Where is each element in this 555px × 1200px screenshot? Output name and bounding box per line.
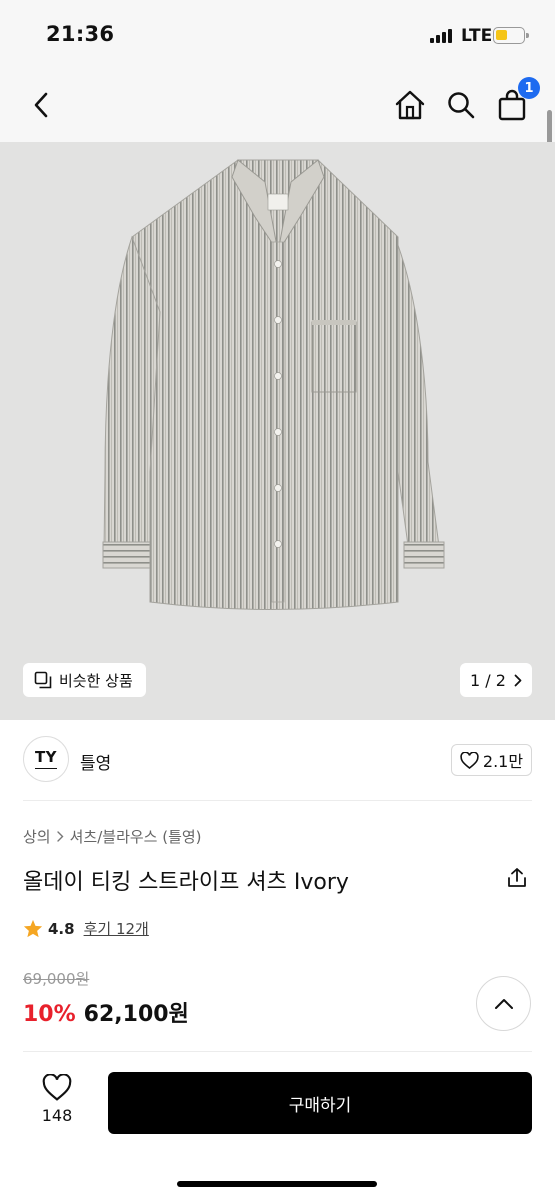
breadcrumb-category[interactable]: 상의 <box>23 826 51 847</box>
chevron-right-icon <box>56 831 64 842</box>
cart-button[interactable]: 1 <box>496 77 540 123</box>
rating-row: 4.8 후기 12개 <box>23 918 149 939</box>
scroll-to-top-button[interactable] <box>476 976 531 1031</box>
share-button[interactable] <box>505 866 529 890</box>
status-time: 21:36 <box>46 22 115 46</box>
price-row: 10% 62,100원 <box>23 996 189 1028</box>
home-indicator <box>177 1181 377 1187</box>
cart-count-badge: 1 <box>518 77 540 99</box>
product-title: 올데이 티킹 스트라이프 셔츠 Ivory <box>23 870 349 895</box>
back-button[interactable] <box>26 88 56 122</box>
breadcrumb-subcategory[interactable]: 셔츠/블라우스 (틀영) <box>70 826 202 847</box>
divider <box>23 1051 532 1052</box>
favorite-button[interactable]: 148 <box>28 1074 86 1132</box>
similar-products-button[interactable]: 비슷한 상품 <box>23 663 146 697</box>
brand-logo[interactable]: TY <box>23 736 69 782</box>
product-photo <box>102 159 445 610</box>
signal-icon <box>430 29 454 43</box>
status-bar: 21:36 LTE <box>0 0 555 70</box>
back-arrow-icon <box>34 92 48 118</box>
home-icon <box>395 90 425 120</box>
share-icon <box>508 868 526 887</box>
brand-logo-text: TY <box>34 748 58 766</box>
divider <box>23 800 532 801</box>
brand-like-button[interactable]: 2.1만 <box>451 744 532 776</box>
heart-icon <box>460 751 479 769</box>
review-count-link[interactable]: 후기 12개 <box>84 918 149 939</box>
star-icon <box>23 919 43 938</box>
original-price: 69,000원 <box>23 970 90 988</box>
chevron-right-icon <box>514 674 522 686</box>
nav-bar: 1 <box>0 70 555 142</box>
similar-products-icon <box>34 671 52 689</box>
search-button[interactable] <box>444 87 478 123</box>
rating-score: 4.8 <box>48 919 75 938</box>
heart-icon <box>42 1074 72 1101</box>
brand-name[interactable]: 틀영 <box>80 749 111 774</box>
discount-rate: 10% <box>23 1002 76 1027</box>
product-image-carousel[interactable]: 비슷한 상품 1 / 2 <box>0 142 555 720</box>
search-icon <box>448 92 475 119</box>
sale-price: 62,100원 <box>83 1002 189 1027</box>
favorite-count: 148 <box>41 1106 73 1125</box>
brand-like-count: 2.1만 <box>482 752 524 771</box>
buy-button[interactable]: 구매하기 <box>108 1072 532 1134</box>
similar-products-label: 비슷한 상품 <box>59 671 133 690</box>
breadcrumb: 상의 셔츠/블라우스 (틀영) <box>23 826 202 847</box>
network-type: LTE <box>461 26 493 46</box>
chevron-up-icon <box>494 998 513 1009</box>
battery-icon <box>493 27 529 44</box>
home-button[interactable] <box>393 87 427 123</box>
pager-text: 1 / 2 <box>470 670 506 690</box>
image-pager[interactable]: 1 / 2 <box>460 663 532 697</box>
